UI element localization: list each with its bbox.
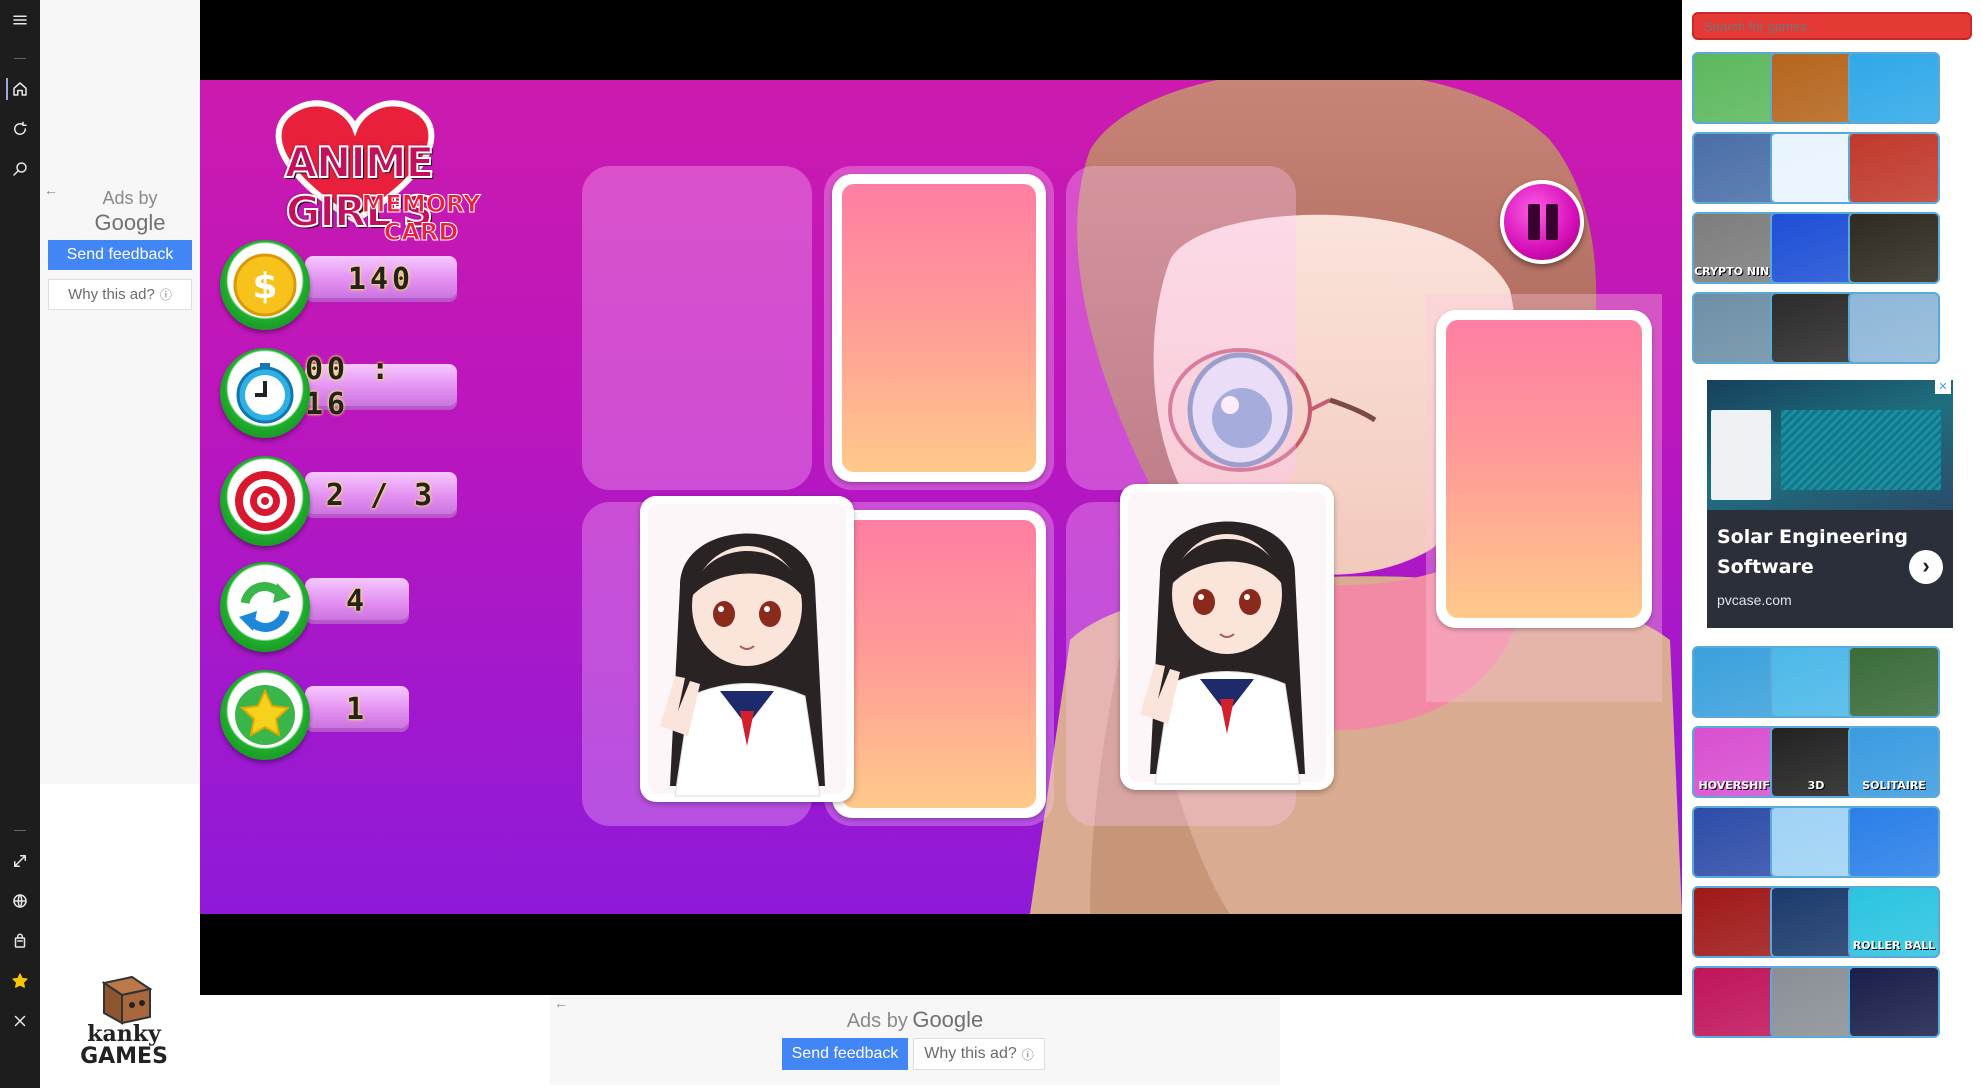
games-sidebar: CRYPTO NINJA ✕ Solar Engineering Softwar… — [1682, 0, 1982, 1088]
stars-bar: 1 — [305, 686, 409, 732]
pause-button[interactable] — [1500, 180, 1584, 264]
send-feedback-button[interactable]: Send feedback — [782, 1038, 908, 1070]
moves-bar: 4 — [305, 578, 409, 624]
coin-icon: $ — [220, 240, 310, 330]
card-slot — [582, 166, 812, 490]
logo-box-icon — [101, 975, 153, 1025]
card-face-down[interactable] — [1436, 310, 1652, 628]
sidebar-ad[interactable]: ✕ Solar Engineering Software pvcase.com … — [1707, 380, 1953, 628]
thumbnail-label: HOVERSHIFT — [1698, 779, 1778, 792]
why-this-ad-label: Why this ad? — [68, 286, 155, 303]
ads-by-label: Ads by — [846, 1010, 908, 1032]
google-wordmark: Google — [94, 210, 166, 235]
game-thumbnail-virus-arena[interactable] — [1848, 646, 1940, 718]
timer-value: 00 : 16 — [305, 352, 394, 422]
game-thumbnail-roller-ball[interactable]: ROLLER BALL — [1848, 886, 1940, 958]
card-slot — [1066, 166, 1296, 490]
globe-icon[interactable] — [0, 881, 40, 921]
pairs-value: 2 / 3 — [325, 477, 437, 513]
logo-word-games: GAMES — [80, 1044, 168, 1069]
target-icon — [220, 456, 310, 546]
why-this-ad-button[interactable]: Why this ad? ⓘ — [913, 1038, 1045, 1070]
rail-divider — [14, 830, 26, 831]
game-thumbnail-snake[interactable] — [1848, 52, 1940, 124]
svg-text:$: $ — [252, 266, 277, 307]
stars-value: 1 — [345, 691, 369, 727]
star-badge-icon — [220, 670, 310, 760]
home-icon[interactable] — [0, 69, 40, 109]
bag-icon[interactable] — [0, 921, 40, 961]
coins-bar: 140 — [305, 256, 457, 302]
left-ad-column: ← Ads by Google Send feedback Why this a… — [40, 0, 200, 784]
bottom-ad: ← Ads by Google Send feedback Why this a… — [550, 995, 1280, 1085]
refresh-icon[interactable] — [0, 109, 40, 149]
card-face-up[interactable] — [640, 496, 854, 802]
game-thumbnail-block-puzzle[interactable] — [1848, 966, 1940, 1038]
card-face-up[interactable] — [1120, 484, 1334, 790]
menu-icon[interactable] — [0, 0, 40, 40]
thumbnail-label: CRYPTO NINJA — [1694, 265, 1782, 278]
ad-close-icon[interactable]: ✕ — [1935, 380, 1951, 394]
info-icon: ⓘ — [159, 288, 172, 302]
chevron-right-icon[interactable]: › — [1909, 550, 1943, 584]
close-icon[interactable] — [0, 1001, 40, 1041]
schoolgirl-card-art — [648, 504, 846, 797]
game-thumbnail-stickman-jump[interactable] — [1848, 212, 1940, 284]
swap-arrows-icon — [220, 562, 310, 652]
card-face-down[interactable] — [832, 510, 1046, 818]
left-icon-rail — [0, 0, 40, 1088]
thumbnail-label: ROLLER BALL — [1852, 939, 1936, 952]
why-this-ad-label: Why this ad? — [924, 1045, 1017, 1062]
kanky-games-logo[interactable]: kanky GAMES — [74, 975, 174, 1075]
game-canvas[interactable]: ANIME GIRL'S MEMORY CARD 140 $ 00 : 16 2… — [200, 80, 1682, 914]
info-icon: ⓘ — [1021, 1047, 1034, 1062]
ad-image — [1707, 380, 1953, 510]
ads-by-label: Ads by — [102, 188, 158, 208]
stopwatch-icon — [220, 348, 310, 438]
thumbnail-label: 3D — [1807, 779, 1825, 792]
card-face-down[interactable] — [832, 174, 1046, 482]
coins-value: 140 — [347, 261, 415, 297]
star-icon[interactable] — [0, 961, 40, 1001]
pairs-bar: 2 / 3 — [305, 472, 457, 518]
game-thumbnail-solitaire-farm[interactable]: SOLITAIRE — [1848, 726, 1940, 798]
search-input[interactable] — [1692, 12, 1972, 40]
google-wordmark: Google — [912, 1007, 984, 1032]
game-subtitle: MEMORY CARD — [361, 190, 481, 247]
rail-divider — [14, 58, 26, 59]
ad-headline: Solar Engineering — [1717, 526, 1908, 548]
game-thumbnail-viking[interactable] — [1848, 132, 1940, 204]
ad-headline-line2: Software — [1717, 556, 1814, 578]
thumbnail-label: SOLITAIRE — [1862, 779, 1926, 792]
timer-bar: 00 : 16 — [305, 352, 457, 422]
game-thumbnail-stickman-fight[interactable] — [1848, 292, 1940, 364]
send-feedback-button[interactable]: Send feedback — [48, 240, 192, 270]
fullscreen-icon[interactable] — [0, 841, 40, 881]
game-thumbnail-red-crewmate[interactable] — [1848, 806, 1940, 878]
search-icon[interactable] — [0, 149, 40, 189]
ad-domain: pvcase.com — [1717, 592, 1792, 608]
logo-word-kanky: kanky — [87, 1021, 161, 1047]
pause-icon — [1528, 204, 1540, 240]
schoolgirl-card-art — [1128, 492, 1326, 785]
moves-value: 4 — [345, 583, 369, 619]
ad-back-arrow-icon[interactable]: ← — [44, 182, 58, 198]
why-this-ad-button[interactable]: Why this ad? ⓘ — [48, 279, 192, 310]
